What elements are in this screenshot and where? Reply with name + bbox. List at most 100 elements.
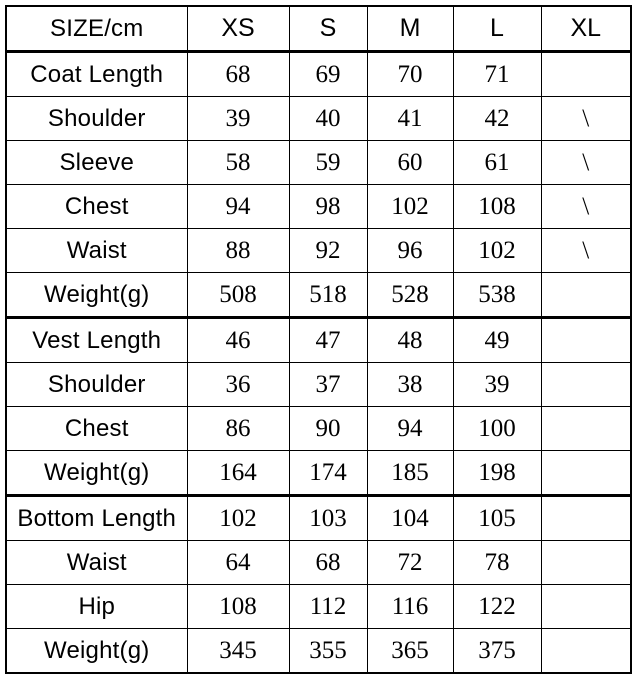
measurement-value: 42 — [452, 96, 542, 141]
row-label: Bottom Length — [5, 494, 188, 541]
column-header-s: S — [288, 5, 368, 53]
measurement-value: 122 — [452, 584, 542, 629]
row-label: Waist — [5, 540, 188, 585]
table-row: Chest 94 98 102 108 \ — [5, 184, 632, 229]
measurement-value: 71 — [452, 51, 542, 97]
measurement-value: 72 — [366, 540, 454, 585]
row-label: Coat Length — [5, 51, 188, 97]
column-header-xl: XL — [540, 5, 632, 53]
measurement-value: 100 — [452, 406, 542, 451]
measurement-value: 108 — [186, 584, 290, 629]
table-row: Waist 88 92 96 102 \ — [5, 228, 632, 273]
measurement-value: 116 — [366, 584, 454, 629]
empty-cell — [540, 362, 632, 407]
measurement-value: 375 — [452, 628, 542, 674]
measurement-value: 86 — [186, 406, 290, 451]
row-label: Chest — [5, 406, 188, 451]
empty-cell — [540, 494, 632, 541]
row-label: Weight(g) — [5, 628, 188, 674]
measurement-value: 69 — [288, 51, 368, 97]
size-chart-container: SIZE/cm XS S M L XL Coat Length 68 69 70 71 S… — [5, 5, 632, 674]
row-label: Chest — [5, 184, 188, 229]
measurement-value: 78 — [452, 540, 542, 585]
measurement-value: 355 — [288, 628, 368, 674]
table-row: Weight(g) 164 174 185 198 — [5, 450, 632, 496]
measurement-value: 92 — [288, 228, 368, 273]
not-applicable-mark: \ — [540, 184, 632, 229]
measurement-value: 60 — [366, 140, 454, 185]
measurement-value: 102 — [366, 184, 454, 229]
table-row: Waist 64 68 72 78 — [5, 540, 632, 585]
measurement-value: 174 — [288, 450, 368, 496]
empty-cell — [540, 584, 632, 629]
measurement-value: 94 — [366, 406, 454, 451]
empty-cell — [540, 51, 632, 97]
table-row: Weight(g) 508 518 528 538 — [5, 272, 632, 318]
not-applicable-mark: \ — [540, 140, 632, 185]
measurement-value: 37 — [288, 362, 368, 407]
column-header-xs: XS — [186, 5, 290, 53]
empty-cell — [540, 316, 632, 363]
row-label: Shoulder — [5, 362, 188, 407]
measurement-value: 48 — [366, 316, 454, 363]
size-chart-table: SIZE/cm XS S M L XL Coat Length 68 69 70 71 S… — [5, 5, 632, 674]
measurement-value: 104 — [366, 494, 454, 541]
measurement-value: 94 — [186, 184, 290, 229]
measurement-value: 518 — [288, 272, 368, 318]
table-body: Coat Length 68 69 70 71 Shoulder 39 40 41 42 \ Slee… — [5, 51, 632, 674]
measurement-value: 508 — [186, 272, 290, 318]
not-applicable-mark: \ — [540, 228, 632, 273]
empty-cell — [540, 450, 632, 496]
row-label: Vest Length — [5, 316, 188, 363]
measurement-value: 61 — [452, 140, 542, 185]
row-label: Weight(g) — [5, 450, 188, 496]
empty-cell — [540, 272, 632, 318]
table-row: Weight(g) 345 355 365 375 — [5, 628, 632, 674]
measurement-value: 98 — [288, 184, 368, 229]
table-row: Hip 108 112 116 122 — [5, 584, 632, 629]
measurement-value: 41 — [366, 96, 454, 141]
measurement-value: 58 — [186, 140, 290, 185]
measurement-value: 102 — [452, 228, 542, 273]
table-row: Shoulder 36 37 38 39 — [5, 362, 632, 407]
measurement-value: 538 — [452, 272, 542, 318]
empty-cell — [540, 406, 632, 451]
measurement-value: 96 — [366, 228, 454, 273]
measurement-value: 49 — [452, 316, 542, 363]
table-row: Chest 86 90 94 100 — [5, 406, 632, 451]
empty-cell — [540, 540, 632, 585]
measurement-value: 68 — [288, 540, 368, 585]
row-label: Waist — [5, 228, 188, 273]
measurement-value: 47 — [288, 316, 368, 363]
table-row: Shoulder 39 40 41 42 \ — [5, 96, 632, 141]
row-label: Sleeve — [5, 140, 188, 185]
measurement-value: 39 — [186, 96, 290, 141]
measurement-value: 64 — [186, 540, 290, 585]
measurement-value: 112 — [288, 584, 368, 629]
column-header-m: M — [366, 5, 454, 53]
measurement-value: 365 — [366, 628, 454, 674]
measurement-value: 198 — [452, 450, 542, 496]
row-label: Shoulder — [5, 96, 188, 141]
table-row: Coat Length 68 69 70 71 — [5, 51, 632, 97]
measurement-value: 68 — [186, 51, 290, 97]
measurement-value: 70 — [366, 51, 454, 97]
measurement-value: 90 — [288, 406, 368, 451]
measurement-value: 40 — [288, 96, 368, 141]
row-label: Weight(g) — [5, 272, 188, 318]
measurement-value: 108 — [452, 184, 542, 229]
table-row: Vest Length 46 47 48 49 — [5, 316, 632, 363]
column-header-size-label: SIZE/cm — [5, 5, 188, 53]
measurement-value: 46 — [186, 316, 290, 363]
empty-cell — [540, 628, 632, 674]
table-row: Sleeve 58 59 60 61 \ — [5, 140, 632, 185]
measurement-value: 88 — [186, 228, 290, 273]
measurement-value: 164 — [186, 450, 290, 496]
measurement-value: 102 — [186, 494, 290, 541]
measurement-value: 103 — [288, 494, 368, 541]
measurement-value: 105 — [452, 494, 542, 541]
measurement-value: 528 — [366, 272, 454, 318]
measurement-value: 345 — [186, 628, 290, 674]
not-applicable-mark: \ — [540, 96, 632, 141]
measurement-value: 185 — [366, 450, 454, 496]
